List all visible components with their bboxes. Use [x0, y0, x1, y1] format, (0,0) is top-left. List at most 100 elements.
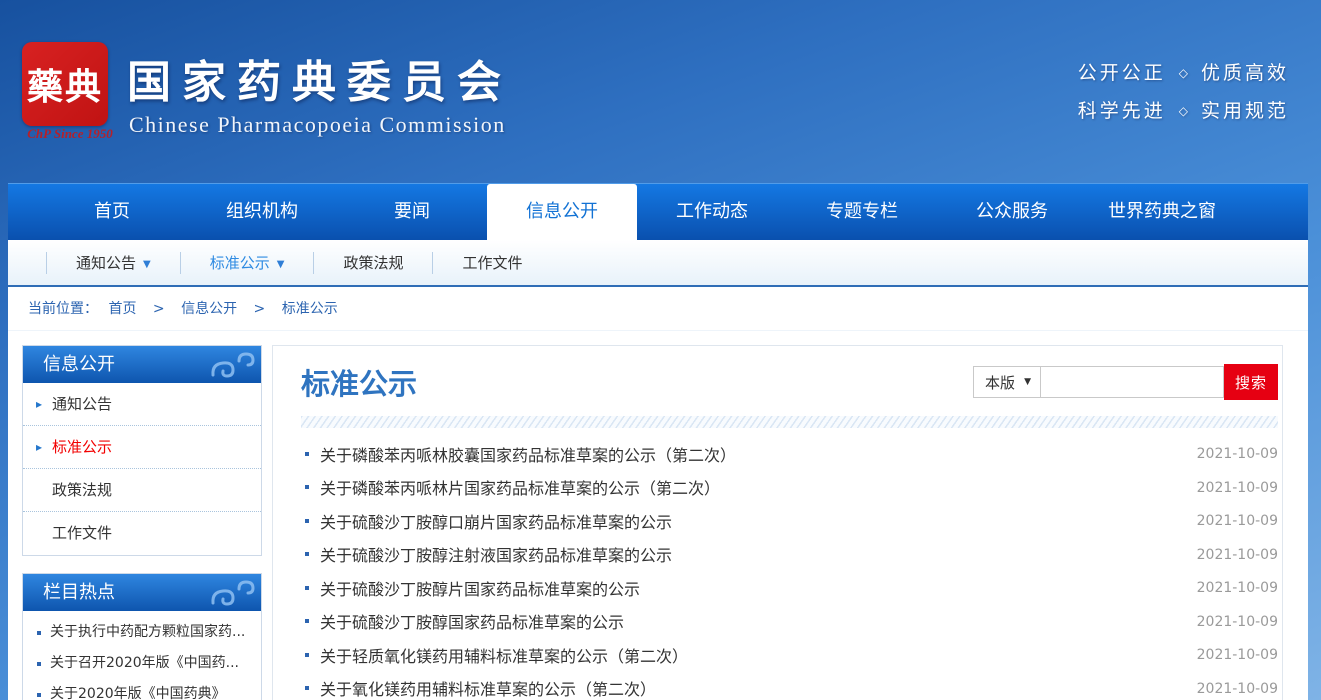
announcement-date: 2021-10-09 — [1197, 681, 1278, 697]
breadcrumb-separator: > — [254, 301, 266, 317]
subnav-item-standard-publicity[interactable]: 标准公示 ▼ — [180, 252, 314, 274]
bullet-icon — [37, 631, 41, 635]
announcement-link[interactable]: 关于氧化镁药用辅料标准草案的公示（第二次） — [320, 676, 656, 700]
list-item: 关于磷酸苯丙哌林胶囊国家药品标准草案的公示（第二次） 2021-10-09 — [305, 437, 1278, 471]
subnav-item-notices[interactable]: 通知公告▼ — [46, 252, 180, 274]
search-button[interactable]: 搜索 — [1224, 364, 1278, 400]
page-wrapper: 首页 组织机构 要闻 信息公开 工作动态 专题专栏 公众服务 世界药典之窗 通知… — [8, 183, 1308, 700]
slogan-text: 科学先进 — [1078, 100, 1166, 122]
list-item: 关于硫酸沙丁胺醇注射液国家药品标准草案的公示 2021-10-09 — [305, 538, 1278, 572]
list-item: 关于硫酸沙丁胺醇片国家药品标准草案的公示 2021-10-09 — [305, 571, 1278, 605]
logo-caption: ChP Since 1950 — [14, 126, 126, 142]
hot-item-label: 关于执行中药配方颗粒国家药... — [50, 624, 245, 640]
nav-tab-organization[interactable]: 组织机构 — [187, 184, 337, 240]
sidebar-item-standard-publicity[interactable]: ▸ 标准公示 — [23, 426, 261, 469]
diamond-icon: ◇ — [1179, 66, 1188, 80]
announcement-link[interactable]: 关于硫酸沙丁胺醇注射液国家药品标准草案的公示 — [320, 542, 672, 566]
list-item: 关于硫酸沙丁胺醇口崩片国家药品标准草案的公示 2021-10-09 — [305, 504, 1278, 538]
announcement-link[interactable]: 关于磷酸苯丙哌林胶囊国家药品标准草案的公示（第二次） — [320, 442, 736, 466]
announcement-date: 2021-10-09 — [1197, 446, 1278, 462]
sidebar-item-label: 标准公示 — [52, 438, 112, 456]
subnav-item-policies[interactable]: 政策法规 — [313, 252, 432, 274]
sidebar-menu-title: 信息公开 — [23, 346, 261, 383]
nav-tab-special-columns[interactable]: 专题专栏 — [787, 184, 937, 240]
cloud-decoration-icon — [209, 351, 255, 379]
announcement-link[interactable]: 关于硫酸沙丁胺醇片国家药品标准草案的公示 — [320, 576, 640, 600]
arrow-right-icon: ▸ — [36, 426, 42, 469]
sidebar-menu-title-text: 信息公开 — [43, 354, 115, 375]
site-title: 国家药典委员会 — [127, 46, 512, 110]
header-slogans: 公开公正◇优质高效 科学先进◇实用规范 — [1078, 54, 1289, 130]
announcement-list: 关于磷酸苯丙哌林胶囊国家药品标准草案的公示（第二次） 2021-10-09 关于磷… — [305, 437, 1278, 700]
search-bar: 本版 ▼ 搜索 — [973, 364, 1278, 400]
sidebar-item-work-documents[interactable]: 工作文件 — [23, 512, 261, 555]
announcement-date: 2021-10-09 — [1197, 513, 1278, 529]
breadcrumb-link-home[interactable]: 首页 — [108, 301, 136, 317]
subnav-item-work-documents[interactable]: 工作文件 — [432, 252, 551, 274]
chevron-down-icon: ▼ — [277, 259, 285, 270]
breadcrumb: 当前位置： 首页 > 信息公开 > 标准公示 — [8, 287, 1308, 331]
hatched-divider — [301, 416, 1278, 428]
chevron-down-icon: ▼ — [1024, 377, 1031, 387]
breadcrumb-separator: > — [153, 301, 165, 317]
breadcrumb-label: 当前位置： — [28, 301, 98, 317]
bullet-icon — [305, 653, 309, 657]
nav-tab-home[interactable]: 首页 — [37, 184, 187, 240]
bullet-icon — [305, 686, 309, 690]
subnav-label: 政策法规 — [343, 254, 403, 272]
hot-list-item[interactable]: 关于执行中药配方颗粒国家药... — [23, 617, 261, 648]
sub-nav: 通知公告▼ 标准公示 ▼ 政策法规 工作文件 — [8, 240, 1308, 287]
sidebar: 信息公开 ▸ 通知公告 ▸ 标准公示 政策法规 工作文件 栏目热点 关于执行中药配方… — [22, 345, 262, 700]
breadcrumb-link-information[interactable]: 信息公开 — [181, 301, 237, 317]
announcement-link[interactable]: 关于轻质氧化镁药用辅料标准草案的公示（第二次） — [320, 643, 688, 667]
bullet-icon — [305, 552, 309, 556]
hot-list-item[interactable]: 关于召开2020年版《中国药... — [23, 648, 261, 679]
list-item: 关于硫酸沙丁胺醇国家药品标准草案的公示 2021-10-09 — [305, 605, 1278, 639]
bullet-icon — [305, 519, 309, 523]
sidebar-item-label: 通知公告 — [52, 395, 112, 413]
main-nav: 首页 组织机构 要闻 信息公开 工作动态 专题专栏 公众服务 世界药典之窗 — [8, 183, 1308, 240]
page-title: 标准公示 — [301, 361, 417, 403]
logo-seal-icon[interactable]: 藥典 — [22, 42, 108, 126]
breadcrumb-link-standard[interactable]: 标准公示 — [282, 301, 338, 317]
bullet-icon — [305, 619, 309, 623]
announcement-date: 2021-10-09 — [1197, 614, 1278, 630]
announcement-date: 2021-10-09 — [1197, 580, 1278, 596]
slogan-text: 公开公正 — [1078, 62, 1166, 84]
nav-tab-public-service[interactable]: 公众服务 — [937, 184, 1087, 240]
hot-list-item[interactable]: 关于2020年版《中国药典》 — [23, 679, 261, 700]
search-input[interactable] — [1041, 366, 1224, 398]
hot-item-label: 关于召开2020年版《中国药... — [50, 655, 239, 671]
nav-tab-work-trends[interactable]: 工作动态 — [637, 184, 787, 240]
nav-tab-world-pharmacopoeia[interactable]: 世界药典之窗 — [1087, 184, 1237, 240]
announcement-link[interactable]: 关于磷酸苯丙哌林片国家药品标准草案的公示（第二次） — [320, 475, 720, 499]
sidebar-item-label: 政策法规 — [52, 481, 112, 499]
announcement-date: 2021-10-09 — [1197, 547, 1278, 563]
search-scope-value: 本版 — [985, 372, 1015, 393]
site-header: 藥典 ChP Since 1950 国家药典委员会 Chinese Pharma… — [0, 0, 1321, 183]
main-panel: 标准公示 本版 ▼ 搜索 关于磷酸苯丙哌林胶囊国家药品标准草案的公示（第二次） 2… — [272, 345, 1283, 700]
list-item: 关于轻质氧化镁药用辅料标准草案的公示（第二次） 2021-10-09 — [305, 638, 1278, 672]
slogan-line: 公开公正 ◇ 优质高效 — [1078, 54, 1289, 92]
bullet-icon — [37, 662, 41, 666]
hot-list: 关于执行中药配方颗粒国家药... 关于召开2020年版《中国药... 关于202… — [23, 611, 261, 700]
sidebar-item-policies[interactable]: 政策法规 — [23, 469, 261, 512]
bullet-icon — [305, 485, 309, 489]
sidebar-item-notices[interactable]: ▸ 通知公告 — [23, 383, 261, 426]
nav-tab-news[interactable]: 要闻 — [337, 184, 487, 240]
panel-head: 标准公示 本版 ▼ 搜索 — [301, 363, 1278, 401]
nav-tab-information-disclosure[interactable]: 信息公开 — [487, 184, 637, 240]
subnav-label: 标准公示 — [210, 254, 270, 272]
search-scope-select[interactable]: 本版 ▼ — [973, 366, 1041, 398]
announcement-date: 2021-10-09 — [1197, 647, 1278, 663]
list-item: 关于磷酸苯丙哌林片国家药品标准草案的公示（第二次）2021-10-09 — [305, 471, 1278, 505]
diamond-icon: ◇ — [1179, 104, 1188, 118]
list-item: 关于氧化镁药用辅料标准草案的公示（第二次） 2021-10-09 — [305, 672, 1278, 700]
bullet-icon — [305, 452, 309, 456]
slogan-text: 优质高效 — [1201, 62, 1289, 84]
logo-seal-text: 藥典 — [27, 58, 103, 110]
sidebar-hot-title-text: 栏目热点 — [43, 582, 115, 603]
arrow-right-icon: ▸ — [36, 383, 42, 426]
announcement-link[interactable]: 关于硫酸沙丁胺醇口崩片国家药品标准草案的公示 — [320, 509, 672, 533]
announcement-link[interactable]: 关于硫酸沙丁胺醇国家药品标准草案的公示 — [320, 609, 624, 633]
